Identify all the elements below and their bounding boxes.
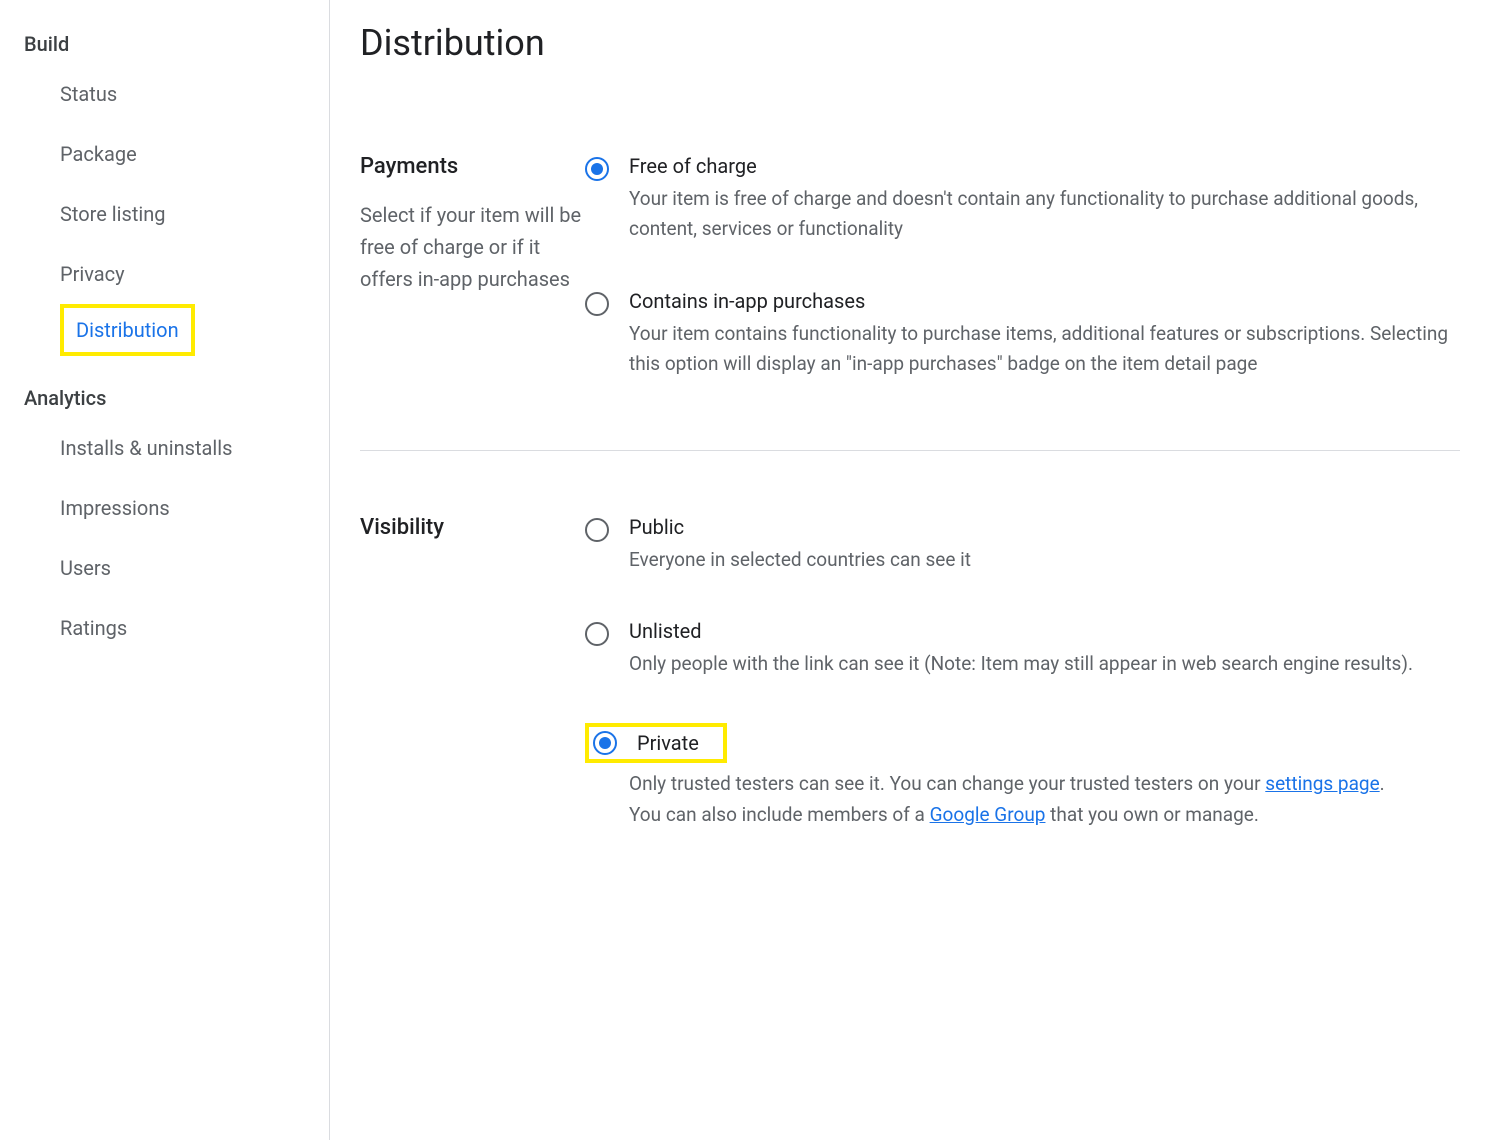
radio-inapp-label: Contains in-app purchases xyxy=(629,289,1460,319)
settings-page-link[interactable]: settings page xyxy=(1265,772,1379,795)
radio-unlisted[interactable] xyxy=(585,622,609,646)
radio-row-inapp: Contains in-app purchases Your item cont… xyxy=(585,289,1460,380)
private-desc-text2: You can also include members of a xyxy=(629,803,930,826)
sidebar-section-analytics: Analytics xyxy=(24,356,329,418)
section-payments: Payments Select if your item will be fre… xyxy=(360,154,1460,451)
page-title: Distribution xyxy=(360,0,1460,154)
radio-public-desc: Everyone in selected countries can see i… xyxy=(629,545,971,575)
private-desc-text3: that you own or manage. xyxy=(1045,803,1258,826)
radio-public-label: Public xyxy=(629,515,971,545)
sidebar: Build Status Package Store listing Priva… xyxy=(0,0,330,1140)
sidebar-item-distribution-highlight: Distribution xyxy=(60,304,195,356)
radio-row-unlisted: Unlisted Only people with the link can s… xyxy=(585,619,1460,679)
radio-free-desc: Your item is free of charge and doesn't … xyxy=(629,184,1460,245)
sidebar-item-package[interactable]: Package xyxy=(24,124,137,184)
main-content: Distribution Payments Select if your ite… xyxy=(330,0,1490,1140)
radio-unlisted-desc: Only people with the link can see it (No… xyxy=(629,649,1413,679)
radio-unlisted-label: Unlisted xyxy=(629,619,1413,649)
radio-private-highlight: Private xyxy=(585,723,727,763)
sidebar-item-status[interactable]: Status xyxy=(24,64,117,124)
section-payments-subtitle: Select if your item will be free of char… xyxy=(360,199,585,295)
radio-row-private: Private Only trusted testers can see it.… xyxy=(585,723,1460,830)
sidebar-item-ratings[interactable]: Ratings xyxy=(24,598,127,658)
radio-free-label: Free of charge xyxy=(629,154,1460,184)
radio-row-free: Free of charge Your item is free of char… xyxy=(585,154,1460,245)
google-group-link[interactable]: Google Group xyxy=(930,803,1046,826)
sidebar-item-impressions[interactable]: Impressions xyxy=(24,478,170,538)
sidebar-item-users[interactable]: Users xyxy=(24,538,111,598)
radio-inapp-desc: Your item contains functionality to purc… xyxy=(629,319,1460,380)
radio-private-label: Private xyxy=(617,731,699,755)
section-visibility-title: Visibility xyxy=(360,515,585,560)
sidebar-section-build: Build xyxy=(24,18,329,64)
private-desc-text1: Only trusted testers can see it. You can… xyxy=(629,772,1265,795)
sidebar-item-store-listing[interactable]: Store listing xyxy=(24,184,166,244)
section-visibility: Visibility Public Everyone in selected c… xyxy=(360,451,1460,901)
radio-free-of-charge[interactable] xyxy=(585,157,609,181)
private-desc-dot: . xyxy=(1380,772,1385,795)
radio-row-public: Public Everyone in selected countries ca… xyxy=(585,515,1460,575)
sidebar-item-distribution[interactable]: Distribution xyxy=(76,310,179,350)
radio-private[interactable] xyxy=(593,731,617,755)
radio-public[interactable] xyxy=(585,518,609,542)
section-payments-title: Payments xyxy=(360,154,585,199)
radio-private-desc: Only trusted testers can see it. You can… xyxy=(585,769,1460,830)
sidebar-item-privacy[interactable]: Privacy xyxy=(24,244,125,304)
radio-in-app-purchases[interactable] xyxy=(585,292,609,316)
sidebar-item-installs[interactable]: Installs & uninstalls xyxy=(24,418,232,478)
